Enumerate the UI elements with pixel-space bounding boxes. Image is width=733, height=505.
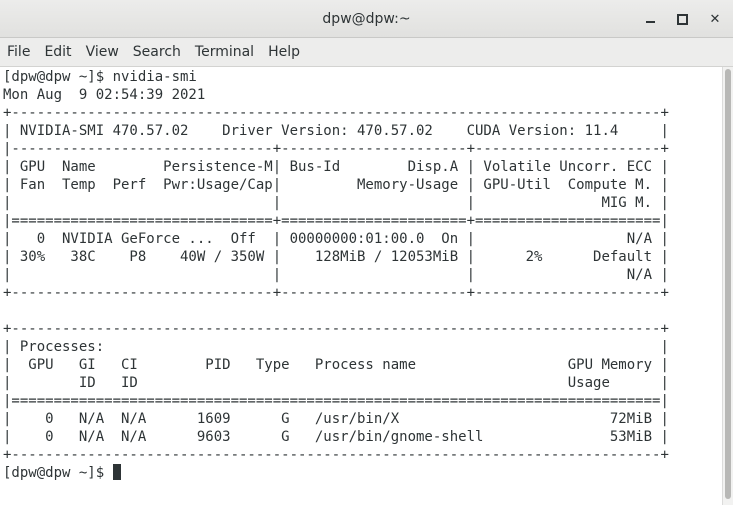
shell-prompt: [dpw@dpw ~]$ [3, 465, 113, 481]
menu-file[interactable]: File [0, 38, 37, 67]
terminal-line: | | | MIG M. | [3, 195, 669, 211]
terminal-line: |-------------------------------+-------… [3, 141, 669, 157]
terminal-line: | GPU GI CI PID Type Process name GPU Me… [3, 357, 669, 373]
terminal-line: | Fan Temp Perf Pwr:Usage/Cap| Memory-Us… [3, 177, 669, 193]
minimize-icon [645, 21, 655, 23]
terminal-line: | | | N/A | [3, 267, 669, 283]
vertical-scrollbar[interactable] [722, 67, 733, 505]
menu-help[interactable]: Help [261, 38, 307, 67]
minimize-button[interactable] [639, 9, 661, 29]
terminal-line: | 30% 38C P8 40W / 350W | 128MiB / 12053… [3, 249, 669, 265]
maximize-icon [676, 13, 688, 25]
terminal-window: dpw@dpw:~ ✕ File Edit View Search Termin… [0, 0, 733, 505]
terminal-line: | 0 N/A N/A 9603 G /usr/bin/gnome-shell … [3, 429, 669, 445]
scrollbar-thumb[interactable] [725, 69, 731, 499]
menu-bar: File Edit View Search Terminal Help [0, 38, 733, 67]
menu-terminal[interactable]: Terminal [188, 38, 261, 67]
terminal-output[interactable]: [dpw@dpw ~]$ nvidia-smi Mon Aug 9 02:54:3… [0, 67, 722, 505]
close-button[interactable]: ✕ [704, 9, 726, 29]
terminal-line: | GPU Name Persistence-M| Bus-Id Disp.A … [3, 159, 669, 175]
terminal-line: +-------------------------------+-------… [3, 285, 669, 301]
prompt-line[interactable]: [dpw@dpw ~]$ [3, 464, 722, 482]
terminal-line: | Processes: | [3, 339, 669, 355]
menu-view[interactable]: View [79, 38, 126, 67]
terminal-line: Mon Aug 9 02:54:39 2021 [3, 87, 206, 103]
menu-search[interactable]: Search [126, 38, 188, 67]
terminal-line: |===============================+=======… [3, 213, 669, 229]
title-bar[interactable]: dpw@dpw:~ ✕ [0, 0, 733, 38]
terminal-line: |=======================================… [3, 393, 669, 409]
terminal-line: +---------------------------------------… [3, 321, 669, 337]
terminal-line: | NVIDIA-SMI 470.57.02 Driver Version: 4… [3, 123, 669, 139]
window-title: dpw@dpw:~ [322, 11, 411, 27]
terminal-text: [dpw@dpw ~]$ nvidia-smi Mon Aug 9 02:54:3… [0, 67, 722, 482]
terminal-line: +---------------------------------------… [3, 105, 669, 121]
maximize-button[interactable] [671, 9, 693, 29]
close-icon: ✕ [709, 11, 721, 27]
terminal-line: +---------------------------------------… [3, 447, 669, 463]
terminal-line: [dpw@dpw ~]$ nvidia-smi [3, 69, 197, 85]
terminal-line: | 0 N/A N/A 1609 G /usr/bin/X 72MiB | [3, 411, 669, 427]
text-cursor [112, 464, 121, 480]
menu-edit[interactable]: Edit [37, 38, 78, 67]
terminal-line: | ID ID Usage | [3, 375, 669, 391]
terminal-line: | 0 NVIDIA GeForce ... Off | 00000000:01… [3, 231, 669, 247]
